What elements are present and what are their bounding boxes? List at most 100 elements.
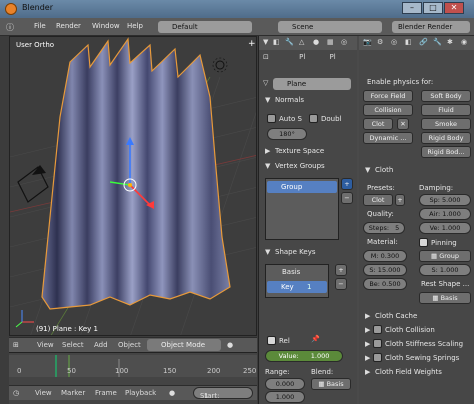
air-damping-field[interactable]: Air: 1.000 bbox=[419, 208, 471, 220]
menu-file[interactable]: File bbox=[34, 22, 46, 30]
object-props-tab-icon[interactable]: ◧ bbox=[405, 38, 412, 46]
remove-shape-key-button[interactable]: − bbox=[335, 278, 347, 290]
scene-selector[interactable]: Scene bbox=[278, 21, 382, 33]
timeline-menu-view[interactable]: View bbox=[35, 389, 52, 397]
shape-value-slider[interactable]: Value: 1.000 bbox=[265, 350, 343, 362]
viewport-menu-select[interactable]: Select bbox=[62, 341, 84, 349]
range-max-field[interactable]: 1.000 bbox=[265, 391, 305, 403]
bending-stiffness-field[interactable]: Be: 0.500 bbox=[363, 278, 407, 290]
texture-tab-icon[interactable]: ▦ bbox=[327, 38, 334, 46]
vertex-groups-collapse-icon[interactable]: ▼ bbox=[265, 162, 270, 170]
maximize-button[interactable]: □ bbox=[423, 2, 443, 14]
object-tab-icon[interactable]: ◧ bbox=[273, 38, 280, 46]
vertex-groups-list[interactable]: Group bbox=[265, 178, 339, 240]
field-weights-collapse-icon[interactable]: ▶ bbox=[365, 368, 370, 376]
structural-stiffness-field[interactable]: S: 15.000 bbox=[363, 264, 407, 276]
collision-button[interactable]: Collision bbox=[363, 104, 413, 116]
pin-group-field[interactable]: ▦ Group bbox=[419, 250, 471, 262]
auto-smooth-angle-field[interactable]: 180° bbox=[267, 128, 307, 140]
double-sided-checkbox[interactable] bbox=[309, 114, 318, 123]
blend-vertex-group-field[interactable]: ▦ Basis bbox=[311, 378, 351, 390]
velocity-damping-field[interactable]: Ve: 1.000 bbox=[419, 222, 471, 234]
field-weights-header[interactable]: Cloth Field Weights bbox=[375, 368, 442, 376]
viewport-menu-add[interactable]: Add bbox=[94, 341, 108, 349]
scene-tab-icon[interactable]: ⚙ bbox=[377, 38, 383, 46]
vertex-group-item[interactable]: Group bbox=[267, 181, 337, 193]
add-shape-key-button[interactable]: + bbox=[335, 264, 347, 276]
minimize-button[interactable]: – bbox=[402, 2, 422, 14]
shape-keys-header[interactable]: Shape Keys bbox=[275, 248, 315, 256]
data-tab-icon[interactable]: ▼ bbox=[263, 38, 268, 46]
constraints-tab-icon[interactable]: 🔗 bbox=[419, 38, 428, 46]
add-vertex-group-button[interactable]: + bbox=[341, 178, 353, 190]
menu-help[interactable]: Help bbox=[127, 22, 143, 30]
rest-shape-field[interactable]: ▦ Basis bbox=[419, 292, 471, 304]
force-field-button[interactable]: Force Field bbox=[363, 90, 413, 102]
cloth-cache-collapse-icon[interactable]: ▶ bbox=[365, 312, 370, 320]
sewing-checkbox[interactable] bbox=[373, 353, 382, 362]
cloth-collapse-icon[interactable]: ▼ bbox=[365, 166, 370, 174]
material-tab-icon[interactable]: ● bbox=[313, 38, 319, 46]
range-min-field[interactable]: 0.000 bbox=[265, 378, 305, 390]
cloth-remove-button[interactable]: ✕ bbox=[397, 118, 409, 130]
add-preset-button[interactable]: + bbox=[395, 194, 405, 206]
timeline-menu-marker[interactable]: Marker bbox=[61, 389, 85, 397]
shape-key-key[interactable]: Key 1 bbox=[267, 281, 327, 293]
sewing-collapse-icon[interactable]: ▶ bbox=[365, 354, 370, 362]
viewport-menu-view[interactable]: View bbox=[37, 341, 54, 349]
shape-keys-collapse-icon[interactable]: ▼ bbox=[265, 248, 270, 256]
timeline-editor[interactable]: 0 50 100 150 200 250 ◷ View Marker Frame… bbox=[9, 352, 257, 404]
cloth-collision-checkbox[interactable] bbox=[373, 325, 382, 334]
start-frame-field[interactable]: Start: 1 bbox=[193, 387, 253, 400]
auto-smooth-checkbox[interactable] bbox=[267, 114, 276, 123]
smoke-button[interactable]: Smoke bbox=[421, 118, 471, 130]
sewing-header[interactable]: Cloth Sewing Springs bbox=[385, 354, 459, 362]
spring-damping-field[interactable]: Sp: 5.000 bbox=[419, 194, 471, 206]
editor-type-icon[interactable]: ⊞ bbox=[13, 341, 19, 349]
rigid-body-button[interactable]: Rigid Body bbox=[421, 132, 471, 144]
menu-render[interactable]: Render bbox=[56, 22, 81, 30]
viewport-shading-icon[interactable]: ● bbox=[227, 341, 233, 349]
cloth-collision-collapse-icon[interactable]: ▶ bbox=[365, 326, 370, 334]
close-button[interactable]: ✕ bbox=[444, 2, 464, 14]
stiffness-scaling-collapse-icon[interactable]: ▶ bbox=[365, 340, 370, 348]
texture-space-header[interactable]: Texture Space bbox=[275, 147, 324, 155]
timeline-menu-frame[interactable]: Frame bbox=[95, 389, 117, 397]
record-icon[interactable]: ● bbox=[169, 389, 175, 397]
3d-viewport[interactable]: User Ortho (91) Plane : Key 1 + bbox=[9, 36, 257, 336]
viewport-menu-object[interactable]: Object bbox=[118, 341, 141, 349]
vertex-groups-header[interactable]: Vertex Groups bbox=[275, 162, 325, 170]
presets-selector[interactable]: Clot bbox=[363, 194, 393, 206]
cloth-button[interactable]: Clot bbox=[363, 118, 393, 130]
fluid-button[interactable]: Fluid bbox=[421, 104, 471, 116]
timeline-editor-icon[interactable]: ◷ bbox=[13, 389, 19, 397]
particles-tab-icon[interactable]: ✱ bbox=[447, 38, 453, 46]
cloth-collision-header[interactable]: Cloth Collision bbox=[385, 326, 435, 334]
stiffness-scaling-header[interactable]: Cloth Stiffness Scaling bbox=[385, 340, 463, 348]
modifier-tab-icon[interactable]: 🔧 bbox=[285, 38, 294, 46]
viewport-toggle-icon[interactable]: + bbox=[248, 39, 256, 49]
mesh-tab-icon[interactable]: △ bbox=[299, 38, 304, 46]
mesh-name-field[interactable]: Plane bbox=[273, 78, 351, 90]
quality-steps-field[interactable]: Steps: 5 bbox=[363, 222, 405, 234]
pinning-checkbox[interactable] bbox=[419, 238, 428, 247]
physics-tab-icon[interactable]: ◎ bbox=[341, 38, 347, 46]
cloth-header[interactable]: Cloth bbox=[375, 166, 393, 174]
mass-field[interactable]: M: 0.300 bbox=[363, 250, 407, 262]
layout-selector[interactable]: Default bbox=[158, 21, 252, 33]
relative-checkbox[interactable] bbox=[267, 336, 276, 345]
texture-space-collapse-icon[interactable]: ▶ bbox=[265, 147, 270, 155]
rigid-body-constraint-button[interactable]: Rigid Bod... bbox=[421, 146, 471, 158]
normals-header[interactable]: Normals bbox=[275, 96, 304, 104]
shape-keys-list[interactable]: Basis Key 1 bbox=[265, 264, 329, 298]
world-tab-icon[interactable]: ◎ bbox=[391, 38, 397, 46]
physics-active-tab-icon[interactable]: ◉ bbox=[461, 38, 467, 46]
render-engine-selector[interactable]: Blender Render bbox=[392, 21, 470, 33]
shape-key-basis[interactable]: Basis bbox=[282, 268, 300, 276]
remove-vertex-group-button[interactable]: − bbox=[341, 192, 353, 204]
menu-window[interactable]: Window bbox=[92, 22, 120, 30]
cloth-cache-header[interactable]: Cloth Cache bbox=[375, 312, 417, 320]
pin-icon[interactable]: ⊡ bbox=[263, 53, 269, 61]
pin-shape-icon[interactable]: 📌 bbox=[311, 335, 320, 343]
mode-selector[interactable]: Object Mode bbox=[147, 339, 221, 351]
